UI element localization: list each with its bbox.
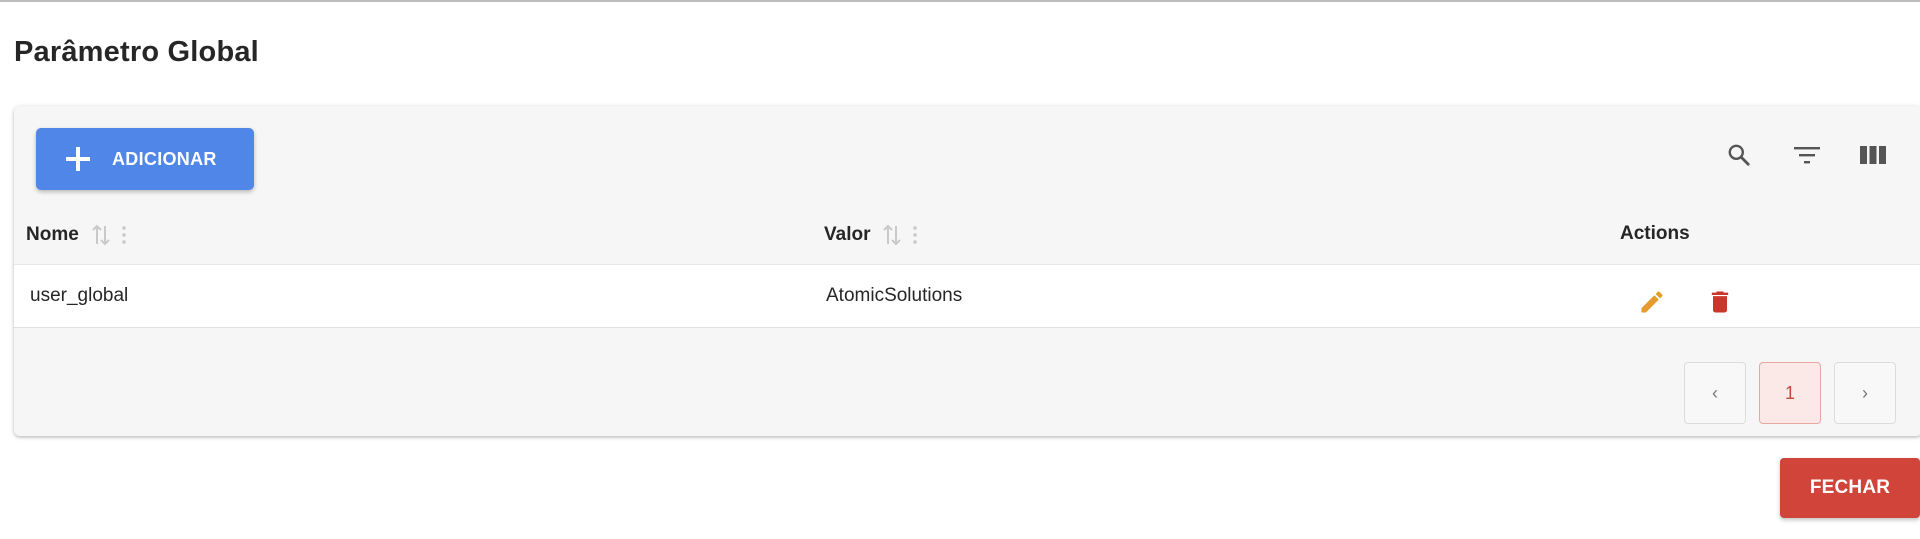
column-header-actions: Actions [1620,223,1690,245]
column-header-valor[interactable]: Valor [824,223,918,247]
column-menu-icon[interactable] [912,224,918,246]
search-icon[interactable] [1722,138,1756,172]
pagination-page-1[interactable]: 1 [1759,362,1821,424]
chevron-left-icon: ‹ [1712,382,1718,403]
row-divider [14,327,1920,328]
sort-icon[interactable] [91,223,111,247]
column-menu-icon[interactable] [121,224,127,246]
table-row: user_global AtomicSolutions [14,265,1920,327]
chevron-right-icon: › [1862,382,1868,403]
filter-icon[interactable] [1790,138,1824,172]
cell-nome: user_global [30,285,129,306]
cell-valor: AtomicSolutions [826,285,963,306]
column-header-actions-label: Actions [1620,223,1690,244]
data-table-card: ADICIONAR Nome Valor Actions user_global… [14,106,1920,436]
add-button[interactable]: ADICIONAR [36,128,254,190]
close-button[interactable]: FECHAR [1780,458,1920,518]
plus-icon [66,147,90,171]
edit-icon[interactable] [1636,286,1668,318]
column-header-valor-label: Valor [824,224,871,245]
delete-icon[interactable] [1704,286,1736,318]
pagination-prev-button[interactable]: ‹ [1684,362,1746,424]
top-border [0,0,1920,2]
column-header-nome[interactable]: Nome [26,223,127,247]
columns-icon[interactable] [1856,138,1890,172]
page-title: Parâmetro Global [14,36,259,68]
pagination-next-button[interactable]: › [1834,362,1896,424]
sort-icon[interactable] [882,223,902,247]
column-header-nome-label: Nome [26,224,79,245]
add-button-label: ADICIONAR [112,148,217,169]
page-number: 1 [1784,382,1795,403]
